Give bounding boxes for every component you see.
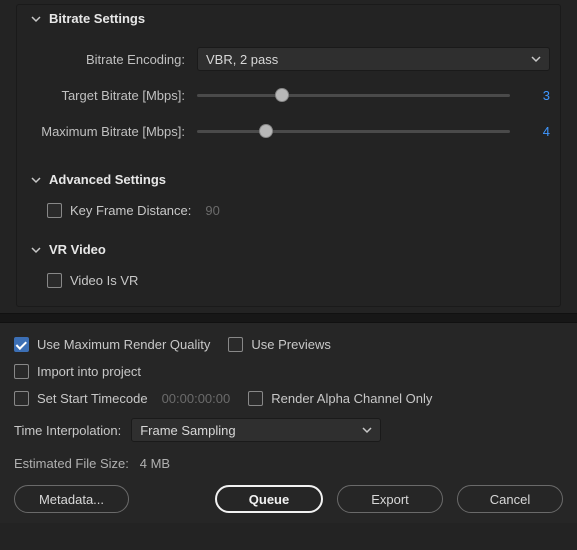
bitrate-settings-header[interactable]: Bitrate Settings bbox=[17, 5, 560, 32]
advanced-settings-title: Advanced Settings bbox=[49, 172, 166, 187]
use-previews-checkbox[interactable] bbox=[228, 337, 243, 352]
set-start-timecode-checkbox[interactable] bbox=[14, 391, 29, 406]
max-render-quality-label: Use Maximum Render Quality bbox=[37, 337, 210, 352]
bitrate-encoding-label: Bitrate Encoding: bbox=[27, 52, 197, 67]
metadata-button[interactable]: Metadata... bbox=[14, 485, 129, 513]
maximum-bitrate-value[interactable]: 4 bbox=[510, 124, 550, 139]
vr-video-header[interactable]: VR Video bbox=[17, 236, 560, 263]
queue-button[interactable]: Queue bbox=[215, 485, 323, 513]
max-render-quality-checkbox[interactable] bbox=[14, 337, 29, 352]
bitrate-encoding-value: VBR, 2 pass bbox=[206, 52, 278, 67]
use-previews-label: Use Previews bbox=[251, 337, 330, 352]
chevron-down-icon bbox=[31, 245, 41, 255]
render-alpha-only-label: Render Alpha Channel Only bbox=[271, 391, 432, 406]
chevron-down-icon bbox=[531, 54, 541, 64]
slider-thumb[interactable] bbox=[275, 88, 289, 102]
target-bitrate-slider[interactable] bbox=[197, 85, 510, 105]
export-button[interactable]: Export bbox=[337, 485, 443, 513]
vr-video-title: VR Video bbox=[49, 242, 106, 257]
time-interpolation-value: Frame Sampling bbox=[140, 423, 235, 438]
chevron-down-icon bbox=[31, 175, 41, 185]
estimated-file-size-value: 4 MB bbox=[140, 456, 170, 471]
set-start-timecode-label: Set Start Timecode bbox=[37, 391, 148, 406]
bitrate-encoding-dropdown[interactable]: VBR, 2 pass bbox=[197, 47, 550, 71]
keyframe-distance-value[interactable]: 90 bbox=[205, 203, 219, 218]
target-bitrate-label: Target Bitrate [Mbps]: bbox=[27, 88, 197, 103]
chevron-down-icon bbox=[362, 425, 372, 435]
maximum-bitrate-slider[interactable] bbox=[197, 121, 510, 141]
keyframe-distance-checkbox[interactable] bbox=[47, 203, 62, 218]
video-is-vr-label: Video Is VR bbox=[70, 273, 138, 288]
advanced-settings-header[interactable]: Advanced Settings bbox=[17, 166, 560, 193]
cancel-button[interactable]: Cancel bbox=[457, 485, 563, 513]
render-alpha-only-checkbox[interactable] bbox=[248, 391, 263, 406]
estimated-file-size-label: Estimated File Size: bbox=[14, 456, 129, 471]
slider-thumb[interactable] bbox=[259, 124, 273, 138]
start-timecode-value[interactable]: 00:00:00:00 bbox=[162, 391, 231, 406]
time-interpolation-label: Time Interpolation: bbox=[14, 423, 121, 438]
bitrate-settings-title: Bitrate Settings bbox=[49, 11, 145, 26]
import-into-project-label: Import into project bbox=[37, 364, 141, 379]
chevron-down-icon bbox=[31, 14, 41, 24]
keyframe-distance-label: Key Frame Distance: bbox=[70, 203, 191, 218]
maximum-bitrate-label: Maximum Bitrate [Mbps]: bbox=[27, 124, 197, 139]
target-bitrate-value[interactable]: 3 bbox=[510, 88, 550, 103]
time-interpolation-dropdown[interactable]: Frame Sampling bbox=[131, 418, 381, 442]
import-into-project-checkbox[interactable] bbox=[14, 364, 29, 379]
video-is-vr-checkbox[interactable] bbox=[47, 273, 62, 288]
